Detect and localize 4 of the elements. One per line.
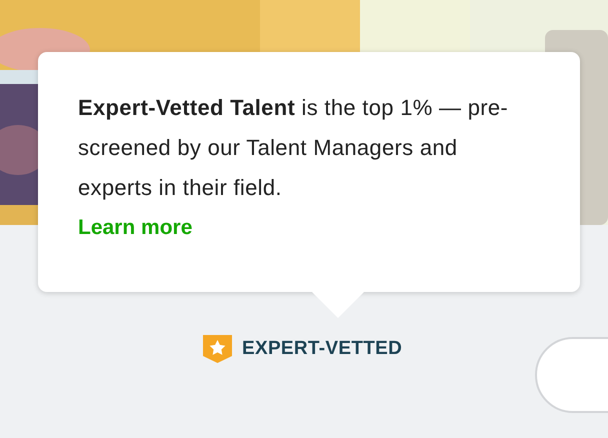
badge-label: EXPERT-VETTED [242,338,402,360]
learn-more-link[interactable]: Learn more [78,208,192,248]
tooltip-text: Expert-Vetted Talent is the top 1% — pre-screened by our Talent Managers and experts in their field. [78,94,510,202]
star-badge-icon [203,335,232,363]
